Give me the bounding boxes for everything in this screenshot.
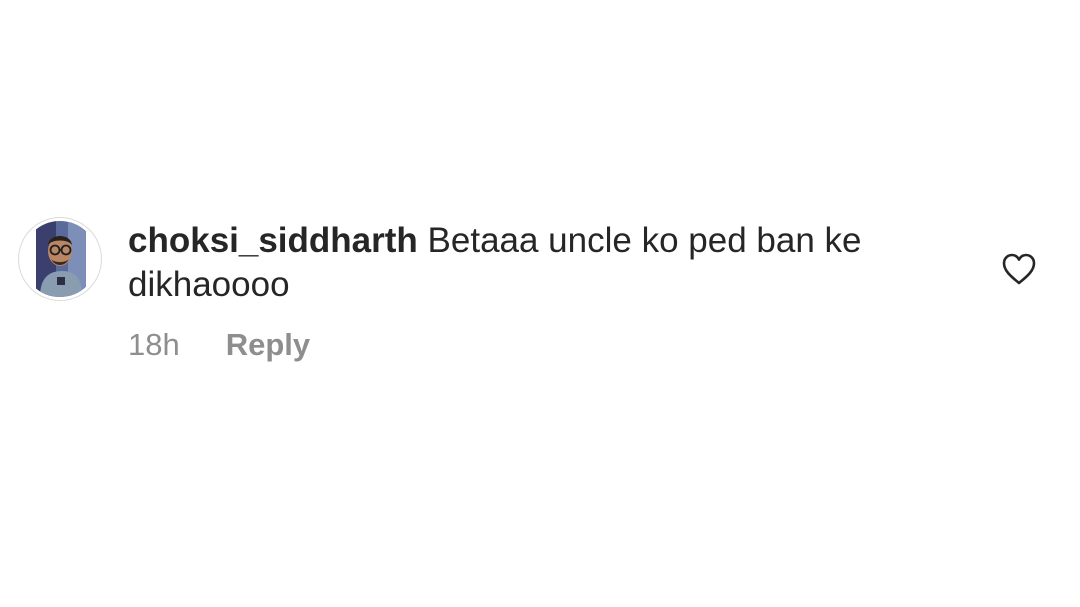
comment-item: choksi_siddharth Betaaa uncle ko ped ban…: [0, 0, 1080, 607]
profile-photo: [22, 221, 98, 297]
avatar[interactable]: [18, 217, 102, 301]
avatar-image: [22, 221, 98, 297]
comment-username[interactable]: choksi_siddharth: [128, 221, 418, 260]
comment-meta: 18h Reply: [128, 325, 310, 365]
comment-timestamp: 18h: [128, 327, 180, 362]
like-button[interactable]: [1001, 252, 1037, 286]
heart-outline-icon: [1002, 253, 1036, 285]
reply-button[interactable]: Reply: [226, 325, 310, 365]
comment-body: choksi_siddharth Betaaa uncle ko ped ban…: [128, 219, 948, 307]
